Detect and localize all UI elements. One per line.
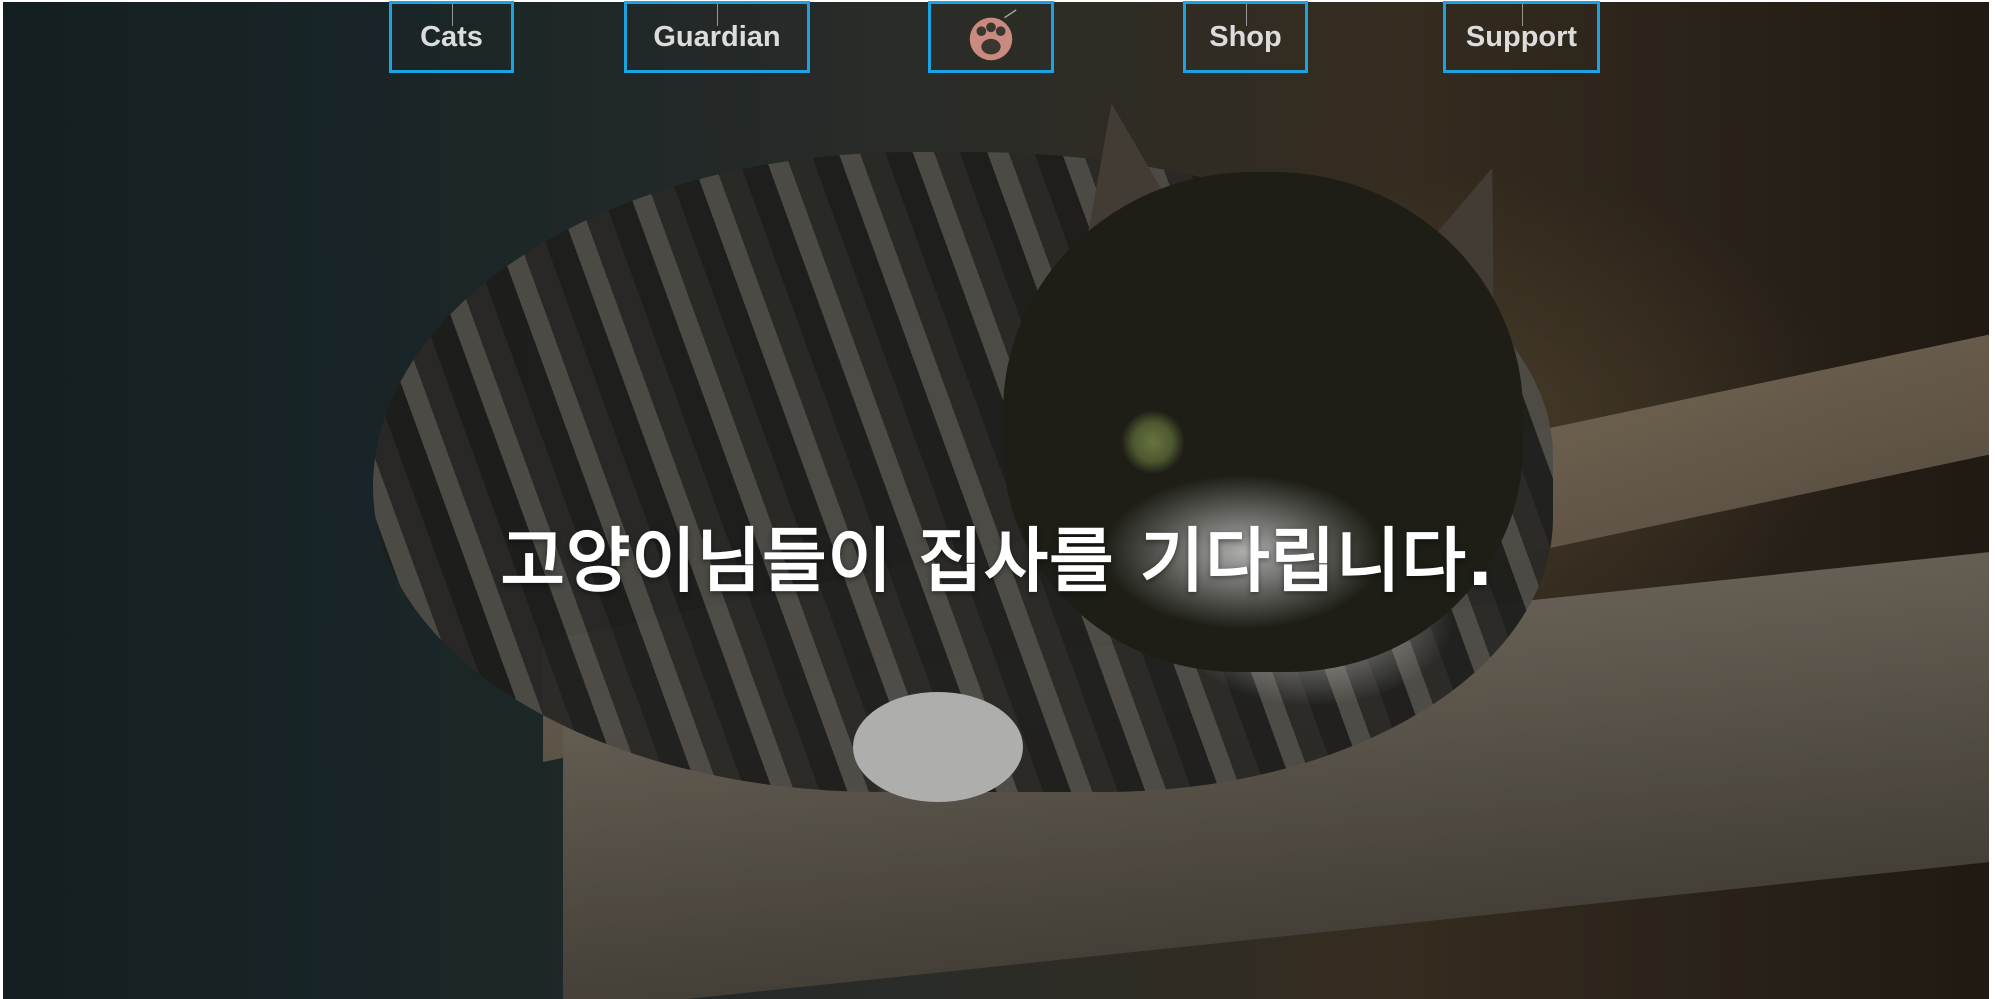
page: Cats Guardian Shop Support 고양이님들이 집사를 기다… (0, 0, 1995, 999)
hero-background-image (3, 2, 1989, 999)
hero-overlay (3, 2, 1989, 999)
nav-item-guardian[interactable]: Guardian (624, 1, 810, 73)
nav-item-shop[interactable]: Shop (1183, 1, 1308, 73)
nav-tick (717, 4, 718, 26)
nav-tick (451, 4, 453, 26)
top-nav: Cats Guardian Shop Support (0, 0, 1995, 80)
nav-item-support[interactable]: Support (1443, 1, 1600, 73)
nav-tick (1245, 4, 1247, 26)
nav-item-cats[interactable]: Cats (389, 1, 514, 73)
home-logo-link[interactable] (928, 1, 1054, 73)
paw-logo-icon (969, 9, 1017, 61)
hero-headline: 고양이님들이 집사를 기다립니다. (500, 519, 1495, 602)
nav-tick (1521, 4, 1523, 26)
